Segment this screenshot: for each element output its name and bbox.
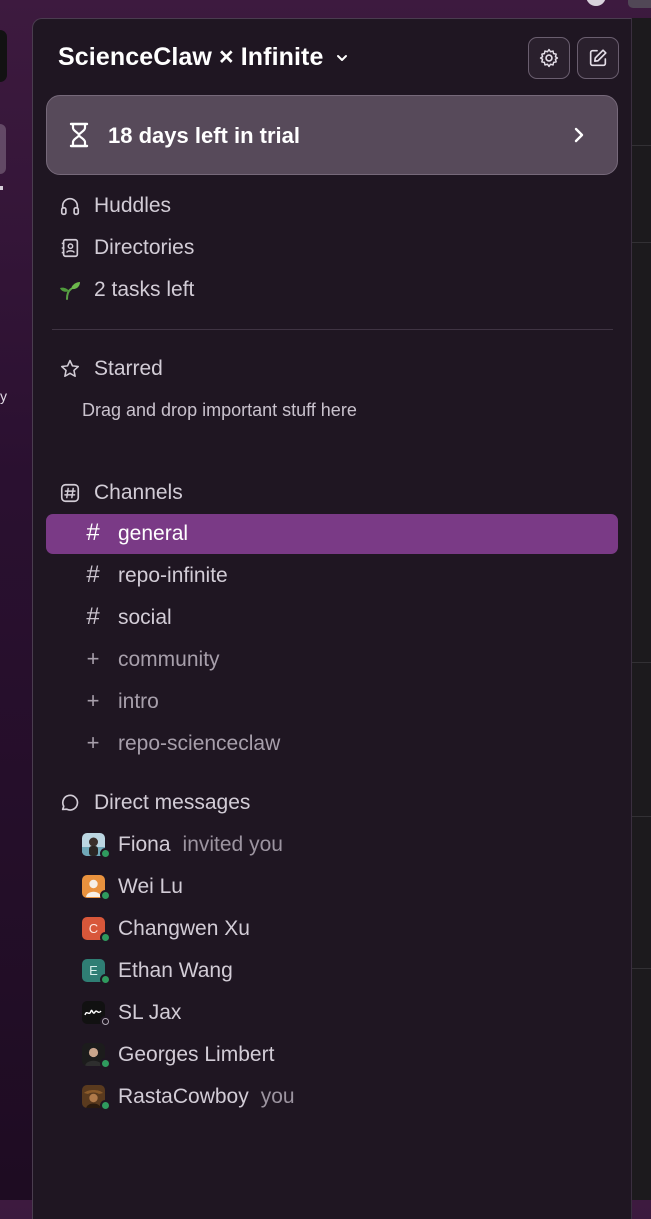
compose-icon — [589, 49, 607, 67]
chevron-down-icon[interactable] — [335, 51, 349, 65]
nav-huddles-label: Huddles — [94, 194, 172, 217]
headphones-icon — [58, 194, 82, 218]
dm-item-wei-lu[interactable]: Wei Lu — [46, 867, 618, 907]
direct-messages-label: Direct messages — [94, 791, 251, 814]
dm-suffix: you — [260, 1085, 295, 1108]
dm-name: RastaCowboy — [118, 1085, 249, 1108]
hash-icon: # — [86, 561, 100, 588]
channel-item-repo-scienceclaw[interactable]: + repo-scienceclaw — [46, 724, 618, 764]
dm-name: Georges Limbert — [118, 1043, 275, 1066]
section-direct-messages[interactable]: Direct messages — [58, 785, 250, 821]
channels-icon — [58, 481, 82, 505]
nav-tasks[interactable]: 2 tasks left — [58, 272, 194, 308]
dm-suffix: invited you — [182, 833, 283, 856]
workspace-settings-button[interactable] — [528, 37, 570, 79]
hash-icon: # — [86, 519, 100, 546]
message-pane-edge — [631, 18, 651, 1200]
dm-item-ethan-wang[interactable]: E Ethan Wang — [46, 951, 618, 991]
status-badge — [100, 848, 111, 859]
channels-label: Channels — [94, 481, 183, 504]
channel-name: community — [118, 648, 220, 671]
status-badge — [100, 974, 111, 985]
dm-name: Ethan Wang — [118, 959, 233, 982]
channel-name: repo-infinite — [118, 564, 228, 587]
section-channels[interactable]: Channels — [58, 475, 183, 511]
dm-name: SL Jax — [118, 1001, 182, 1024]
trial-label: 18 days left in trial — [108, 123, 300, 148]
dm-name: Changwen Xu — [118, 917, 250, 940]
plus-icon: + — [86, 730, 100, 755]
top-bar-button[interactable] — [628, 0, 651, 8]
channel-name: repo-scienceclaw — [118, 732, 281, 755]
workspace-menu[interactable]: ScienceClaw × Infinite — [58, 43, 349, 72]
channel-item-social[interactable]: # social — [46, 598, 618, 638]
dm-item-georges-limbert[interactable]: Georges Limbert — [46, 1035, 618, 1075]
workspace-rail: y — [0, 0, 32, 1200]
starred-label: Starred — [94, 357, 163, 380]
channel-item-repo-infinite[interactable]: # repo-infinite — [46, 556, 618, 596]
nav-tasks-label: 2 tasks left — [94, 278, 195, 301]
channel-name: social — [118, 606, 172, 629]
rail-activity-label: y — [0, 388, 7, 404]
status-badge — [100, 1058, 111, 1069]
channel-name: general — [118, 522, 189, 545]
dm-item-rastacowboy[interactable]: RastaCowboy you — [46, 1077, 618, 1117]
status-badge — [100, 932, 111, 943]
star-icon — [58, 357, 82, 381]
user-avatar-icon[interactable] — [586, 0, 606, 6]
dm-item-fiona[interactable]: Fiona invited you — [46, 825, 618, 865]
hourglass-icon — [69, 122, 89, 148]
workspace-switcher-icon[interactable] — [0, 30, 7, 82]
starred-empty-hint: Drag and drop important stuff here — [82, 400, 357, 420]
channel-item-community[interactable]: + community — [46, 640, 618, 680]
nav-directories[interactable]: Directories — [58, 230, 194, 266]
section-starred[interactable]: Starred — [58, 351, 163, 387]
dm-name: Fiona — [118, 833, 171, 856]
channel-name: intro — [118, 690, 159, 713]
status-badge — [100, 890, 111, 901]
seedling-icon — [58, 278, 82, 302]
channel-sidebar: ScienceClaw × Infinite 18 days left in t… — [32, 18, 632, 1219]
channel-item-intro[interactable]: + intro — [46, 682, 618, 722]
plus-icon: + — [86, 688, 100, 713]
rail-home-button[interactable] — [0, 124, 6, 174]
dm-name: Wei Lu — [118, 875, 183, 898]
trial-banner[interactable]: 18 days left in trial — [46, 95, 618, 175]
workspace-name[interactable]: ScienceClaw × Infinite — [58, 43, 323, 72]
nav-huddles[interactable]: Huddles — [58, 188, 171, 224]
status-badge — [100, 1100, 111, 1111]
gear-icon — [539, 48, 559, 68]
channel-item-general[interactable]: # general — [46, 514, 618, 554]
nav-directories-label: Directories — [94, 236, 195, 259]
sidebar-divider — [52, 329, 613, 330]
hash-icon: # — [86, 603, 100, 630]
dm-item-changwen-xu[interactable]: C Changwen Xu — [46, 909, 618, 949]
plus-icon: + — [86, 646, 100, 671]
compose-button[interactable] — [577, 37, 619, 79]
contact-book-icon — [58, 236, 82, 260]
rail-label-fragment — [0, 186, 3, 190]
chat-bubble-icon — [58, 791, 82, 815]
chevron-right-icon — [574, 127, 584, 143]
status-badge — [100, 1016, 111, 1027]
dm-item-sl-jax[interactable]: SL Jax — [46, 993, 618, 1033]
